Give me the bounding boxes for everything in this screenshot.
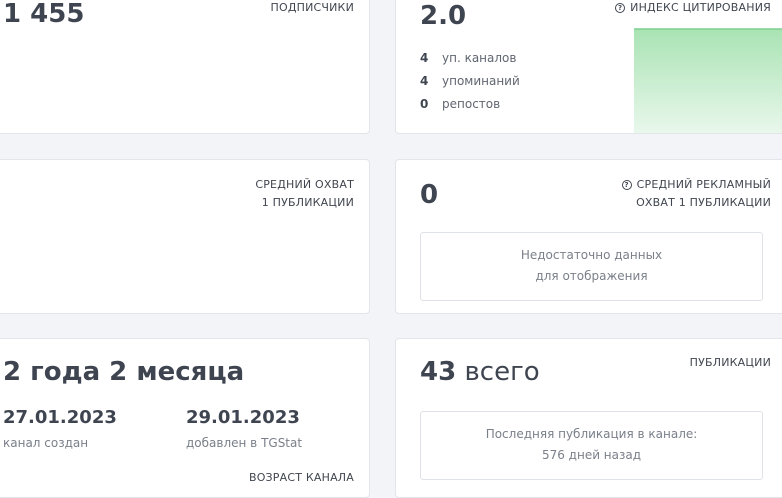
added-label: добавлен в TGStat [186,436,303,450]
help-circle-icon[interactable]: ? [621,180,632,190]
avg-reach-caption-line2: 1 ПУБЛИКАЦИИ [261,196,354,209]
ad-reach-caption-line2: ОХВАТ 1 ПУБЛИКАЦИИ [636,196,771,209]
created-date: 27.01.2023 [3,407,117,428]
citation-stat-mentions: 4 упоминаний [420,74,520,88]
publications-card: 43 всего ПУБЛИКАЦИИ Последняя публикация… [395,338,782,498]
channel-age-value: 2 года 2 месяца [3,357,245,387]
stat-label: уп. каналов [442,51,517,65]
last-publication-line2: 576 дней назад [541,448,642,462]
added-date: 29.01.2023 [186,407,300,428]
citation-caption: ? ИНДЕКС ЦИТИРОВАНИЯ [615,0,771,17]
stat-num: 4 [420,51,429,65]
publications-caption: ПУБЛИКАЦИИ [689,356,771,369]
citation-stat-reposts: 0 репостов [420,97,500,111]
ad-reach-value: 0 [420,180,439,210]
subscribers-card: 1 455 ПОДПИСЧИКИ [0,0,370,134]
no-data-line1: Недостаточно данных [520,248,663,262]
help-circle-icon[interactable]: ? [615,3,626,13]
ad-reach-caption-line1: СРЕДНИЙ РЕКЛАМНЫЙ [636,178,771,191]
channel-age-caption: ВОЗРАСТ КАНАЛА [248,471,354,484]
stat-label: упоминаний [442,74,520,88]
stat-num: 0 [420,97,429,111]
last-publication-line1: Последняя публикация в канале: [485,427,698,441]
publications-count-line: 43 всего [420,359,540,385]
no-data-box: Недостаточно данных для отображения [420,232,763,301]
stat-label: репостов [442,97,501,111]
citation-stat-channels: 4 уп. каналов [420,51,516,65]
publications-count: 43 [420,357,457,387]
sparkline-area [634,29,782,133]
subscribers-caption: ПОДПИСЧИКИ [270,1,354,14]
avg-reach-caption: СРЕДНИЙ ОХВАТ 1 ПУБЛИКАЦИИ [255,176,354,212]
publications-count-suffix: всего [464,357,540,387]
citation-value: 2.0 [420,1,467,31]
last-publication-box: Последняя публикация в канале: 576 дней … [420,411,763,480]
citation-card: 2.0 ? ИНДЕКС ЦИТИРОВАНИЯ 4 уп. каналов 4 уп… [395,0,782,134]
created-label: канал создан [3,436,89,450]
stat-num: 4 [420,74,429,88]
citation-caption-text: ИНДЕКС ЦИТИРОВАНИЯ [630,1,771,14]
subscribers-value: 1 455 [3,0,85,29]
avg-reach-card: СРЕДНИЙ ОХВАТ 1 ПУБЛИКАЦИИ [0,159,370,314]
citation-sparkline [634,28,782,133]
ad-reach-card: 0 ? СРЕДНИЙ РЕКЛАМНЫЙ ОХВАТ 1 ПУБЛИКАЦИИ … [395,159,782,314]
avg-reach-caption-line1: СРЕДНИЙ ОХВАТ [255,178,354,191]
ad-reach-caption: ? СРЕДНИЙ РЕКЛАМНЫЙ ОХВАТ 1 ПУБЛИКАЦИИ [621,176,771,212]
channel-age-card: 2 года 2 месяца 27.01.2023 канал создан … [0,338,370,498]
no-data-line2: для отображения [535,269,648,283]
